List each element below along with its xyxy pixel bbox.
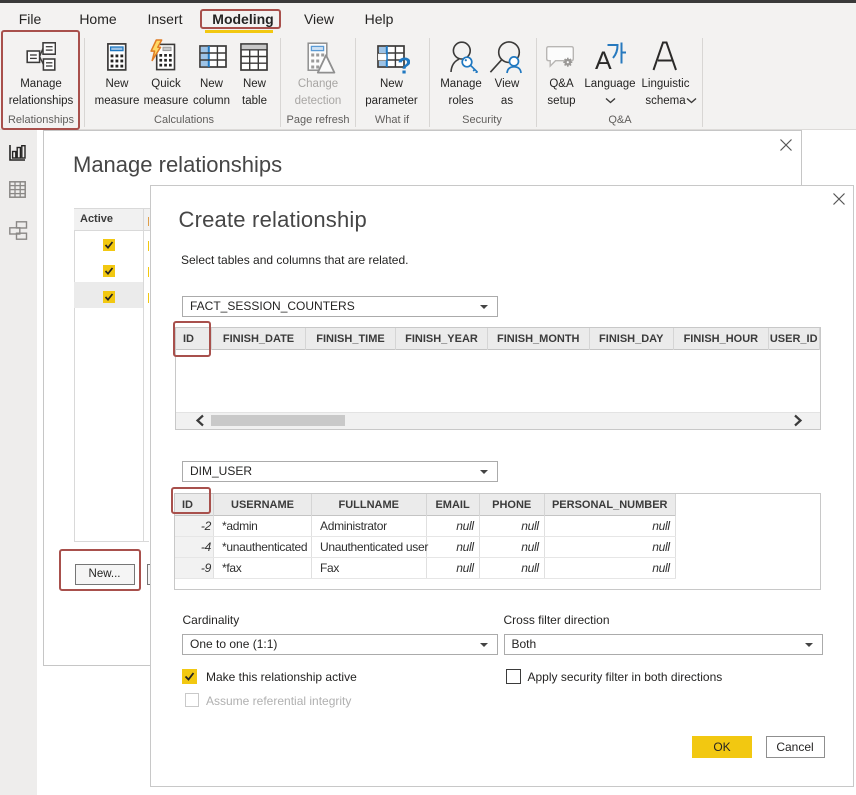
svg-text:?: ? <box>398 53 411 76</box>
svg-text:A: A <box>595 47 612 70</box>
